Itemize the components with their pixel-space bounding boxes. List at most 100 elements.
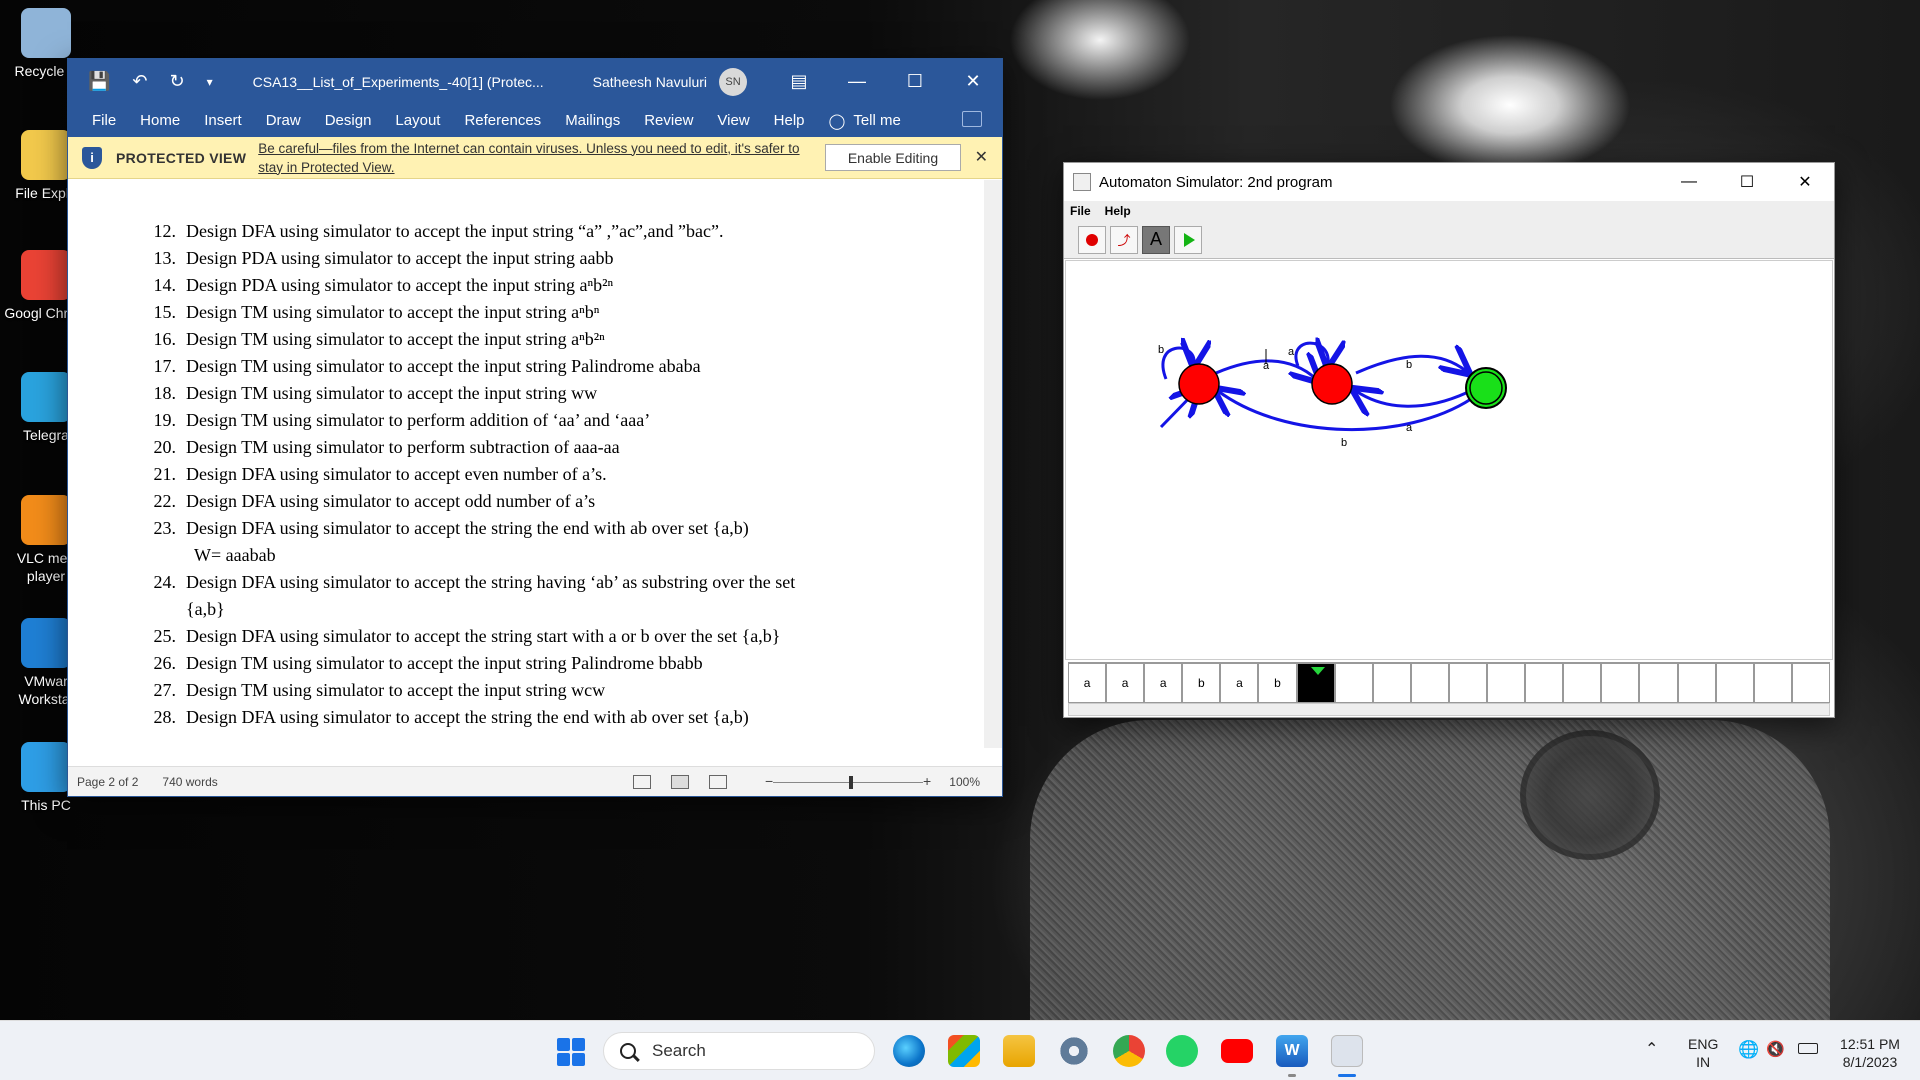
word-count[interactable]: 740 words [162,775,217,789]
tape-cell[interactable] [1410,663,1449,703]
settings-icon[interactable] [1058,1035,1090,1067]
zoom-out-icon[interactable]: − [765,773,773,789]
tab-references[interactable]: References [464,112,541,129]
search-icon [620,1043,636,1059]
language-indicator[interactable]: ENG IN [1688,1035,1718,1071]
zoom-in-icon[interactable]: + [923,773,931,789]
tab-view[interactable]: View [717,112,749,129]
word-icon[interactable]: W [1276,1035,1308,1067]
battery-icon[interactable] [1798,1043,1818,1054]
tab-home[interactable]: Home [140,112,180,129]
tape-cell[interactable] [1372,663,1411,703]
undo-icon[interactable]: ↶ [132,71,147,92]
store-icon[interactable] [948,1035,980,1067]
tape-cell[interactable]: a [1068,663,1107,703]
tape-cell[interactable]: b [1182,663,1221,703]
minimize-button[interactable]: — [1660,163,1718,201]
tab-insert[interactable]: Insert [204,112,242,129]
tape-cell[interactable]: b [1258,663,1297,703]
network-icon[interactable]: 🌐 [1738,1041,1759,1059]
whatsapp-icon[interactable] [1166,1035,1198,1067]
tape-cell[interactable] [1334,663,1373,703]
list-item-text: Design TM using simulator to perform sub… [186,437,620,457]
run-button[interactable] [1174,225,1202,254]
edge-icon[interactable] [893,1035,925,1067]
zoom-level[interactable]: 100% [949,775,980,789]
show-hidden-icons[interactable]: ⌃ [1645,1041,1658,1059]
tape-cell[interactable]: a [1220,663,1259,703]
avatar[interactable]: SN [719,67,748,96]
tape-cell[interactable]: a [1144,663,1183,703]
tape-scrollbar[interactable] [1068,703,1830,716]
recycle-bin-icon [21,8,71,58]
tab-layout[interactable]: Layout [395,112,440,129]
read-mode-icon[interactable] [633,774,651,789]
lightbulb-icon: ◯ [828,112,846,130]
vertical-scrollbar[interactable] [984,180,1002,748]
java-icon[interactable] [1331,1035,1363,1067]
tab-mailings[interactable]: Mailings [565,112,620,129]
tab-file[interactable]: File [92,112,116,129]
tape-cell[interactable] [1715,663,1754,703]
web-layout-icon[interactable] [709,774,727,789]
tab-help[interactable]: Help [774,112,805,129]
tell-me-search[interactable]: Tell me [853,112,901,129]
tape-head-cell[interactable] [1296,663,1335,703]
chrome-icon[interactable] [1113,1035,1145,1067]
customize-qa-icon[interactable]: ▾ [207,75,213,89]
menu-file[interactable]: File [1070,204,1091,218]
enable-editing-button[interactable]: Enable Editing [825,144,961,171]
letter-a-icon: A [1149,229,1162,249]
save-icon[interactable]: 💾 [88,71,110,92]
search-box[interactable]: Search [603,1032,875,1070]
tape-cell[interactable] [1753,663,1792,703]
state-q2-final[interactable] [1465,367,1507,409]
state-tool-button[interactable] [1078,225,1106,254]
print-layout-icon[interactable] [671,774,689,789]
zoom-slider[interactable] [773,776,923,789]
text-tool-button[interactable]: A [1142,225,1170,254]
vmware-icon [21,618,71,668]
tape-cell[interactable] [1487,663,1526,703]
play-icon [1184,232,1195,247]
menu-help[interactable]: Help [1105,204,1131,218]
state-q1[interactable] [1311,363,1353,405]
tape-cell[interactable] [1677,663,1716,703]
tape-cell[interactable] [1639,663,1678,703]
clock[interactable]: 12:51 PM 8/1/2023 [1835,1035,1905,1071]
tab-draw[interactable]: Draw [266,112,301,129]
tape-cell[interactable] [1448,663,1488,703]
comments-icon[interactable] [962,111,982,127]
tape-cell[interactable] [1563,663,1602,703]
zoom-slider-knob[interactable] [849,776,853,789]
youtube-icon[interactable] [1221,1039,1253,1063]
ribbon-display-icon[interactable]: ▤ [770,59,828,104]
page-count[interactable]: Page 2 of 2 [77,775,138,789]
tab-review[interactable]: Review [644,112,693,129]
maximize-button[interactable]: ☐ [886,59,944,104]
tab-design[interactable]: Design [325,112,372,129]
transition-tool-button[interactable]: ⤴ [1110,225,1138,254]
close-icon[interactable]: ✕ [975,147,988,167]
document-page[interactable]: 12. Design DFA using simulator to accept … [68,180,984,748]
maximize-button[interactable]: ☐ [1718,163,1776,201]
quick-access-toolbar: 💾 ↶ ↻ ▾ [88,71,213,92]
protected-view-message[interactable]: Be careful—files from the Internet can c… [258,139,818,177]
volume-muted-icon[interactable]: 🔇 [1766,1041,1785,1059]
tape-cell[interactable] [1525,663,1564,703]
redo-icon[interactable]: ↻ [170,71,185,92]
list-item-number: 17. [153,356,177,376]
close-button[interactable]: ✕ [1776,163,1834,201]
label-q2-q1: a [1406,422,1413,434]
tape-cell[interactable] [1791,663,1830,703]
tape-cell[interactable]: a [1106,663,1145,703]
state-q0[interactable] [1178,363,1220,405]
folder-icon[interactable] [1003,1035,1035,1067]
minimize-button[interactable]: — [828,59,886,104]
java-icon [1073,173,1091,191]
close-button[interactable]: ✕ [944,59,1002,104]
automaton-canvas[interactable]: b a a b a b [1065,260,1833,660]
user-name[interactable]: Satheesh Navuluri [593,74,707,90]
tape-cell[interactable] [1601,663,1640,703]
start-button[interactable] [557,1038,585,1066]
